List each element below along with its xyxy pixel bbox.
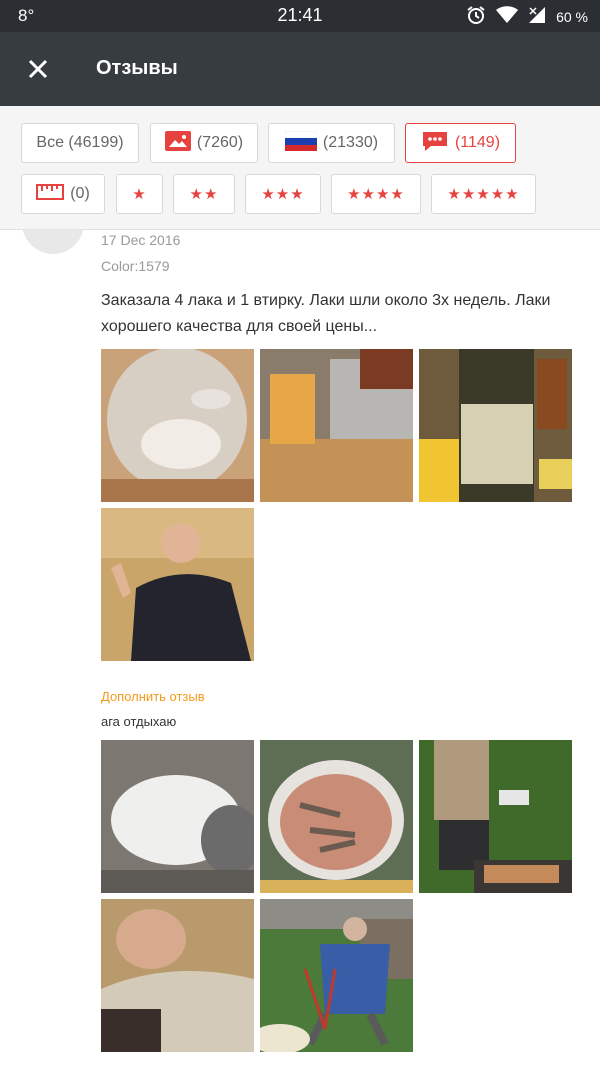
review-date: 17 Dec 2016 — [101, 232, 181, 248]
filter-2-stars[interactable]: ★★ — [173, 174, 235, 214]
stars-icon: ★★★★★ — [447, 186, 520, 203]
star-icon: ★ — [132, 186, 147, 203]
page-title: Отзывы — [96, 57, 178, 79]
filter-all-label: Все (46199) — [36, 134, 124, 151]
review-photo[interactable] — [419, 740, 572, 893]
review-photo[interactable] — [260, 740, 413, 893]
stars-icon: ★★ — [189, 186, 219, 203]
ruler-icon — [36, 183, 65, 205]
close-button[interactable] — [20, 51, 56, 87]
filter-4-stars[interactable]: ★★★★ — [331, 174, 421, 214]
review-text: Заказала 4 лака и 1 втирку. Лаки шли око… — [101, 292, 551, 335]
close-icon — [28, 59, 48, 79]
filter-photos-count: (7260) — [196, 134, 244, 151]
stars-icon: ★★★ — [261, 186, 305, 203]
filter-additional[interactable]: (1149) — [405, 123, 516, 163]
filter-russia-count: (21330) — [322, 134, 379, 151]
filter-russia[interactable]: (21330) — [268, 123, 395, 163]
comment-icon — [421, 130, 449, 157]
filter-size[interactable]: (0) — [21, 174, 105, 214]
review-photo[interactable] — [260, 349, 413, 502]
review-photo[interactable] — [101, 349, 254, 502]
filter-3-stars[interactable]: ★★★ — [245, 174, 321, 214]
review-photo[interactable] — [101, 508, 254, 661]
stars-icon: ★★★★ — [347, 186, 405, 203]
filter-photos[interactable]: (7260) — [150, 123, 258, 163]
avatar — [22, 230, 84, 254]
review-photo[interactable] — [419, 349, 572, 502]
filter-5-stars[interactable]: ★★★★★ — [431, 174, 536, 214]
review-photo[interactable] — [101, 740, 254, 893]
filter-size-count: (0) — [70, 185, 90, 202]
review-filters: Все (46199) (7260) (21330) (1149) (0) ★ … — [0, 106, 600, 230]
wifi-icon — [496, 6, 519, 27]
alarm-icon — [466, 5, 486, 28]
battery-text: 60 % — [556, 8, 588, 25]
photo-icon — [164, 130, 191, 156]
review-card: 17 Dec 2016 Color:1579 Заказала 4 лака и… — [0, 230, 600, 1066]
append-review-link[interactable]: Дополнить отзыв — [101, 689, 205, 704]
filter-additional-count: (1149) — [454, 134, 501, 151]
review-photo[interactable] — [260, 899, 413, 1052]
status-bar: 8° 21:41 60 % — [0, 0, 600, 32]
review-photo[interactable] — [101, 899, 254, 1052]
append-review-text: ага отдыхаю — [101, 714, 177, 729]
status-icons: 60 % — [466, 5, 588, 28]
app-bar: Отзывы — [0, 32, 600, 106]
russia-flag-icon — [284, 130, 318, 156]
filter-1-star[interactable]: ★ — [116, 174, 163, 214]
filter-all[interactable]: Все (46199) — [21, 123, 139, 163]
signal-icon — [528, 6, 546, 27]
review-color: Color:1579 — [101, 258, 170, 274]
